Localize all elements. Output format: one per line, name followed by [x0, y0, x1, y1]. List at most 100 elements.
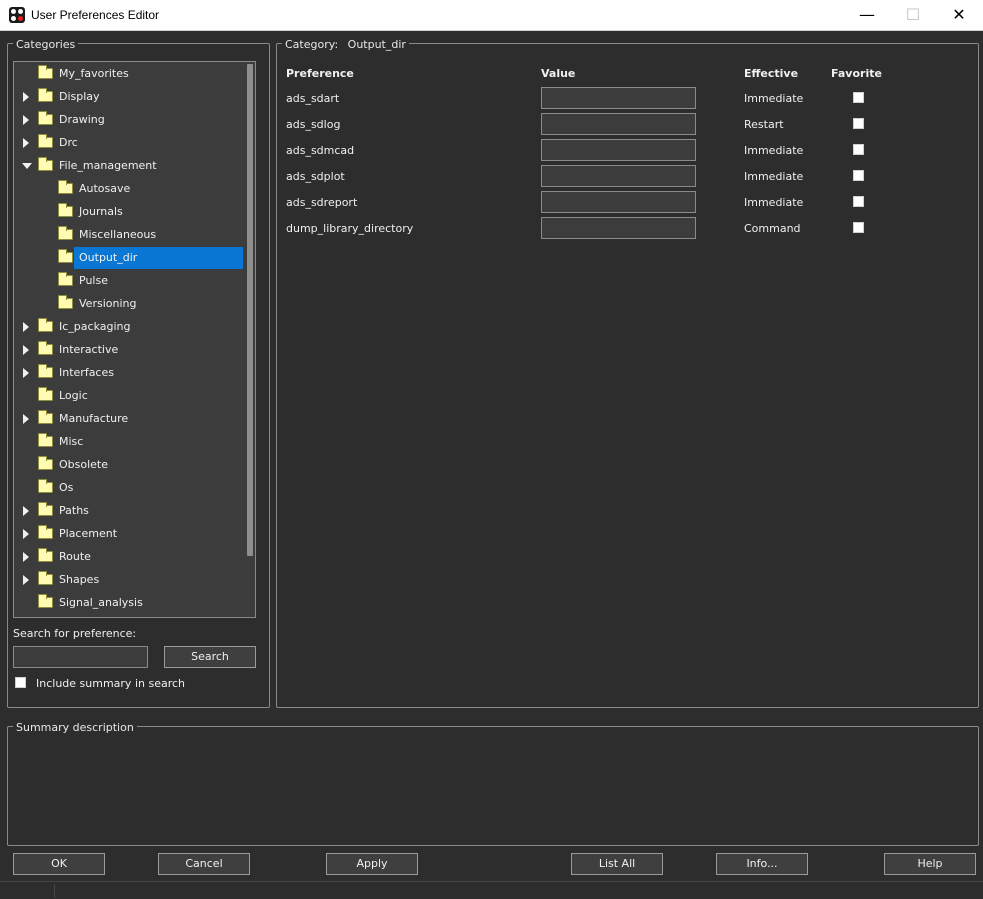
preference-row: ads_sdreport Immediate [286, 191, 886, 217]
folder-icon [38, 65, 53, 79]
category-panel-legend: Category: Output_dir [282, 38, 409, 51]
tree-item-output-dir[interactable]: Output_dir [14, 247, 243, 269]
title-bar: User Preferences Editor — ☐ ✕ [0, 0, 983, 31]
tree-item-os[interactable]: Os [14, 477, 224, 499]
folder-icon [58, 180, 73, 194]
tree-item-interactive[interactable]: Interactive [14, 339, 224, 361]
apply-button[interactable]: Apply [326, 853, 418, 875]
tree-item-signal-analysis[interactable]: Signal_analysis [14, 592, 224, 614]
preference-row: dump_library_directory Command [286, 217, 886, 243]
tree-item-paths[interactable]: Paths [14, 500, 224, 522]
favorite-checkbox[interactable] [853, 92, 864, 103]
tree-item-my-favorites[interactable]: My_favorites [14, 63, 224, 85]
tree-item-logic[interactable]: Logic [14, 385, 224, 407]
tree-item-versioning[interactable]: Versioning [14, 293, 224, 315]
favorite-checkbox[interactable] [853, 144, 864, 155]
tree-item-ic-packaging[interactable]: Ic_packaging [14, 316, 224, 338]
tree-item-manufacture[interactable]: Manufacture [14, 408, 224, 430]
collapsed-arrow-icon[interactable] [23, 552, 29, 562]
tree-item-label: Autosave [79, 182, 131, 195]
preference-value-input[interactable] [541, 87, 696, 109]
collapsed-arrow-icon[interactable] [23, 322, 29, 332]
collapsed-arrow-icon[interactable] [23, 414, 29, 424]
tree-item-label: Drc [59, 136, 78, 149]
tree-item-label: Interfaces [59, 366, 114, 379]
tree-item-miscellaneous[interactable]: Miscellaneous [14, 224, 224, 246]
preference-name: ads_sdplot [286, 170, 345, 183]
collapsed-arrow-icon[interactable] [23, 115, 29, 125]
list-all-button[interactable]: List All [571, 853, 663, 875]
tree-item-label: Interactive [59, 343, 119, 356]
preference-name: ads_sdmcad [286, 144, 355, 157]
tree-item-label: Journals [79, 205, 123, 218]
close-button[interactable]: ✕ [936, 0, 982, 31]
tree-item-label: Ic_packaging [59, 320, 131, 333]
folder-icon [38, 502, 53, 516]
tree-item-label: Signal_analysis [59, 596, 143, 609]
preference-value-input[interactable] [541, 191, 696, 213]
help-button[interactable]: Help [884, 853, 976, 875]
expanded-arrow-icon[interactable] [22, 163, 32, 169]
summary-group [7, 726, 979, 846]
value-column-header: Value [541, 67, 576, 80]
favorite-checkbox[interactable] [853, 118, 864, 129]
collapsed-arrow-icon[interactable] [23, 345, 29, 355]
collapsed-arrow-icon[interactable] [23, 138, 29, 148]
preference-name: ads_sdlog [286, 118, 341, 131]
tree-item-pulse[interactable]: Pulse [14, 270, 224, 292]
favorite-checkbox[interactable] [853, 170, 864, 181]
tree-item-label: Miscellaneous [79, 228, 157, 241]
preference-effective: Immediate [744, 92, 804, 105]
cancel-button[interactable]: Cancel [158, 853, 250, 875]
folder-icon [38, 157, 53, 171]
category-legend-value: Output_dir [347, 38, 406, 51]
search-input[interactable] [13, 646, 148, 668]
collapsed-arrow-icon[interactable] [23, 529, 29, 539]
tree-item-drawing[interactable]: Drawing [14, 109, 224, 131]
folder-icon [38, 134, 53, 148]
folder-icon [38, 548, 53, 562]
collapsed-arrow-icon[interactable] [23, 92, 29, 102]
tree-item-route[interactable]: Route [14, 546, 224, 568]
tree-item-misc[interactable]: Misc [14, 431, 224, 453]
tree-item-obsolete[interactable]: Obsolete [14, 454, 224, 476]
favorite-checkbox[interactable] [853, 222, 864, 233]
tree-item-shapes[interactable]: Shapes [14, 569, 224, 591]
collapsed-arrow-icon[interactable] [23, 368, 29, 378]
tree-item-label: Output_dir [79, 251, 138, 264]
search-button[interactable]: Search [164, 646, 256, 668]
tree-item-file-management[interactable]: File_management [14, 155, 224, 177]
favorite-checkbox[interactable] [853, 196, 864, 207]
preference-row: ads_sdlog Restart [286, 113, 886, 139]
tree-item-autosave[interactable]: Autosave [14, 178, 224, 200]
preference-row: ads_sdplot Immediate [286, 165, 886, 191]
preference-value-input[interactable] [541, 217, 696, 239]
category-tree[interactable]: My_favorites Display Drawing Drc File_manage… [13, 61, 256, 618]
tree-item-label: Manufacture [59, 412, 129, 425]
maximize-button[interactable]: ☐ [890, 0, 936, 31]
tree-item-journals[interactable]: Journals [14, 201, 224, 223]
tree-item-display[interactable]: Display [14, 86, 224, 108]
collapsed-arrow-icon[interactable] [23, 506, 29, 516]
app-icon [9, 7, 25, 23]
preference-effective: Immediate [744, 170, 804, 183]
folder-icon [38, 571, 53, 585]
preference-row: ads_sdart Immediate [286, 87, 886, 113]
preference-value-input[interactable] [541, 139, 696, 161]
tree-item-label: Display [59, 90, 100, 103]
tree-item-label: Placement [59, 527, 118, 540]
info-button[interactable]: Info... [716, 853, 808, 875]
include-summary-checkbox[interactable] [15, 677, 26, 688]
tree-item-interfaces[interactable]: Interfaces [14, 362, 224, 384]
tree-item-placement[interactable]: Placement [14, 523, 224, 545]
ok-button[interactable]: OK [13, 853, 105, 875]
preference-value-input[interactable] [541, 113, 696, 135]
minimize-button[interactable]: — [844, 0, 890, 31]
folder-icon [58, 272, 73, 286]
collapsed-arrow-icon[interactable] [23, 575, 29, 585]
tree-scrollbar[interactable] [247, 64, 253, 556]
preference-value-input[interactable] [541, 165, 696, 187]
tree-item-label: File_management [59, 159, 157, 172]
status-separator [54, 884, 55, 898]
tree-item-drc[interactable]: Drc [14, 132, 224, 154]
